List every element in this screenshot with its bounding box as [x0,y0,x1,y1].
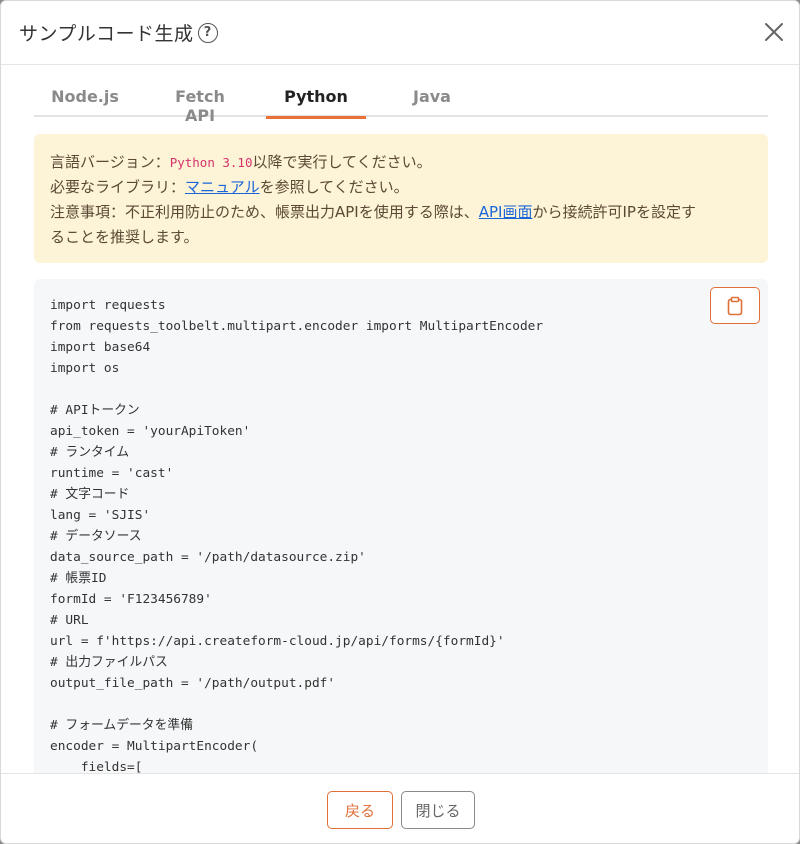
close-icon[interactable] [763,21,785,43]
code-block: import requests from requests_toolbelt.mu… [34,279,768,773]
back-button[interactable]: 戻る [327,791,393,829]
help-icon[interactable]: ? [197,22,218,43]
api-page-link[interactable]: API画面 [479,203,533,221]
modal-footer: 戻る 閉じる [1,773,799,843]
copy-button[interactable] [710,287,760,324]
close-button[interactable]: 閉じる [401,791,475,829]
code-line: import os [50,361,120,376]
notice-caution-cont: ることを推奨します。 [50,228,199,246]
code-line: # 出力ファイルパス [50,655,168,670]
clipboard-icon [727,296,743,315]
code-line: # データソース [50,529,142,544]
code-line: # 帳票ID [50,571,107,586]
python-version: Python 3.10 [169,155,253,170]
tab-python[interactable]: Python [266,87,366,119]
sample-code-modal: サンプルコード生成 ? Node.js Fetch API Python Jav… [0,0,800,844]
notice-caution: 注意事項：不正利用防止のため、帳票出力APIを使用する際は、API画面から接続許… [50,203,696,221]
code-line: runtime = 'cast' [50,466,174,481]
language-tabs: Node.js Fetch API Python Java [34,81,768,125]
notice-library: 必要なライブラリ：マニュアルを参照してください。 [50,178,409,196]
code-text: import requests from requests_toolbelt.mu… [50,295,708,773]
code-line: lang = 'SJIS' [50,508,151,523]
code-line: api_token = 'yourApiToken' [50,424,251,439]
code-line: from requests_toolbelt.multipart.encoder… [50,319,544,334]
tab-fetch-api[interactable]: Fetch API [158,87,242,125]
tab-nodejs[interactable]: Node.js [48,87,122,117]
modal-header: サンプルコード生成 ? [1,1,799,65]
notice-box: 言語バージョン：Python 3.10以降で実行してください。 必要なライブラリ… [34,134,768,263]
code-line: fields=[ [50,760,143,773]
code-line: output_file_path = '/path/output.pdf' [50,676,336,691]
code-line: import requests [50,298,166,313]
code-line: import base64 [50,340,151,355]
code-line: formId = 'F123456789' [50,592,212,607]
tab-java[interactable]: Java [404,87,460,117]
code-line: # フォームデータを準備 [50,718,193,733]
manual-link[interactable]: マニュアル [185,178,260,196]
code-line: encoder = MultipartEncoder( [50,739,259,754]
code-line: # URL [50,613,89,628]
code-line: # ランタイム [50,445,130,460]
modal-title: サンプルコード生成 [19,23,194,45]
code-line: # 文字コード [50,487,130,502]
code-line: data_source_path = '/path/datasource.zip… [50,550,366,565]
notice-language-version: 言語バージョン：Python 3.10以降で実行してください。 [50,153,432,171]
code-line: url = f'https://api.createform-cloud.jp/… [50,634,505,649]
code-line: # APIトークン [50,403,140,418]
